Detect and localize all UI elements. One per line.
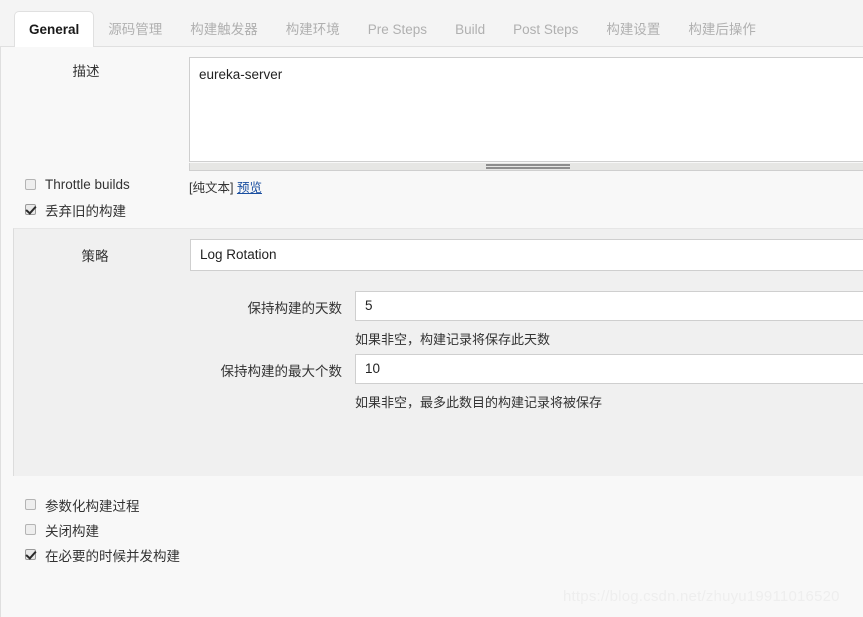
tab-post-steps[interactable]: Post Steps [499,12,592,48]
discard-options-panel: 策略 Log Rotation 保持构建的天数 5 如果非空，构建记录将保存此天… [13,228,863,476]
description-row: 描述 eureka-server [纯文本] 预览 [1,47,863,172]
description-resize-handle[interactable] [189,163,863,171]
tab-build-environment[interactable]: 构建环境 [272,12,354,48]
description-label: 描述 [1,60,171,80]
max-builds-help: 如果非空，最多此数目的构建记录将被保存 [355,384,863,417]
checkbox-row-disable-build[interactable]: 关闭构建 [1,517,863,542]
days-to-keep-row: 保持构建的天数 5 [14,291,863,321]
discard-old-builds-label: 丢弃旧的构建 [45,200,126,220]
tab-build-settings[interactable]: 构建设置 [592,12,674,48]
general-config-form: 描述 eureka-server [纯文本] 预览 Throttle build… [0,47,863,617]
config-tab-bar: General 源码管理 构建触发器 构建环境 Pre Steps Build … [0,0,863,47]
strategy-label: 策略 [14,245,176,265]
disable-build-label: 关闭构建 [45,520,99,540]
days-to-keep-help: 如果非空，构建记录将保存此天数 [355,321,863,354]
strategy-select[interactable]: Log Rotation [190,239,863,271]
max-builds-row: 保持构建的最大个数 10 [14,354,863,384]
checkbox-row-discard-old-builds[interactable]: 丢弃旧的构建 [1,197,863,222]
tab-list: General 源码管理 构建触发器 构建环境 Pre Steps Build … [0,0,863,47]
concurrent-build-label: 在必要的时候并发构建 [45,545,180,565]
disable-build-checkbox[interactable] [25,524,36,535]
tab-general[interactable]: General [14,11,94,48]
checkbox-row-parameterized-build[interactable]: 参数化构建过程 [1,492,863,517]
days-to-keep-input[interactable]: 5 [355,291,863,321]
parameterized-build-checkbox[interactable] [25,499,36,510]
checkbox-row-throttle-builds[interactable]: Throttle builds [1,172,863,197]
description-textarea[interactable]: eureka-server [189,57,863,162]
tab-build[interactable]: Build [441,12,499,48]
throttle-builds-label: Throttle builds [45,177,130,192]
parameterized-build-label: 参数化构建过程 [45,495,140,515]
throttle-builds-checkbox[interactable] [25,179,36,190]
concurrent-build-checkbox[interactable] [25,549,36,560]
panel-spacer [1,476,863,492]
days-to-keep-label: 保持构建的天数 [14,297,342,317]
strategy-row: 策略 Log Rotation [14,239,863,269]
tab-pre-steps[interactable]: Pre Steps [354,12,441,48]
tab-post-build-actions[interactable]: 构建后操作 [674,12,770,48]
tab-source-management[interactable]: 源码管理 [94,12,176,48]
max-builds-input[interactable]: 10 [355,354,863,384]
max-builds-label: 保持构建的最大个数 [14,360,342,380]
tab-build-triggers[interactable]: 构建触发器 [176,12,272,48]
discard-old-builds-checkbox[interactable] [25,204,36,215]
checkbox-row-concurrent-build[interactable]: 在必要的时候并发构建 [1,542,863,567]
